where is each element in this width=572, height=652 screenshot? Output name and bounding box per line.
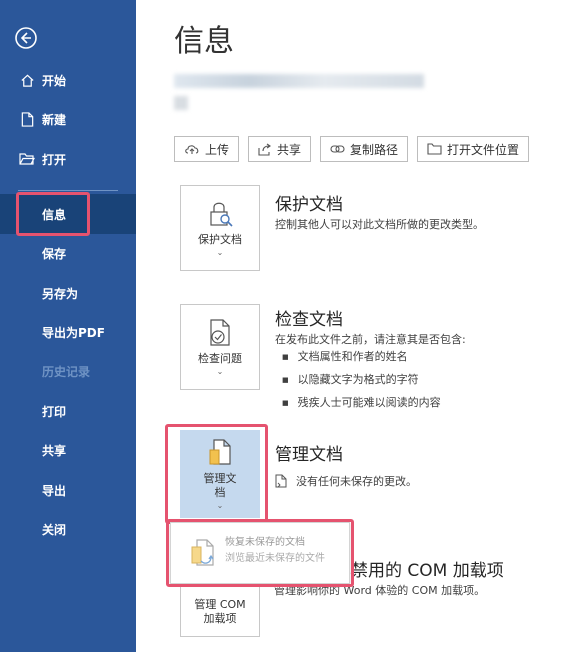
sidebar-item-home[interactable]: 开始 [0, 60, 136, 100]
check-issues-label: 检查问题 [198, 352, 242, 365]
share-label: 共享 [277, 142, 302, 157]
folder-icon [427, 143, 442, 155]
new-file-icon [18, 110, 36, 128]
chevron-down-icon: ⌄ [216, 367, 224, 376]
share-icon [258, 143, 272, 156]
blurred-file-path [174, 74, 424, 88]
protect-document-button[interactable]: 保护文档 ⌄ [180, 185, 260, 271]
highlight-box-recover [166, 519, 354, 587]
sidebar-item-export-pdf[interactable]: 导出为PDF [0, 312, 136, 352]
back-arrow-icon[interactable] [14, 26, 38, 50]
protect-document-label: 保护文档 [198, 233, 242, 246]
copy-path-label: 复制路径 [350, 142, 399, 157]
sidebar-item-label: 导出 [42, 483, 67, 498]
sidebar-item-new[interactable]: 新建 [0, 99, 136, 139]
highlight-box-manage [165, 424, 268, 524]
list-item: 残疾人士可能难以阅读的内容 [282, 392, 441, 415]
check-issues-button[interactable]: 检查问题 ⌄ [180, 304, 260, 390]
file-toolbar: 上传 共享 复制路径 打开文件位置 [174, 136, 530, 162]
cloud-upload-icon [185, 145, 199, 154]
sidebar-item-close[interactable]: 关闭 [0, 509, 136, 549]
sidebar-item-label: 保存 [42, 246, 67, 261]
sidebar-item-label: 打印 [42, 404, 67, 419]
manage-title: 管理文档 [275, 445, 343, 465]
sidebar-divider [18, 190, 118, 191]
list-item: 以隐藏文字为格式的字符 [282, 369, 441, 392]
sidebar-item-label: 打开 [42, 152, 67, 167]
blurred-file-path-fragment [174, 96, 188, 110]
link-icon [330, 145, 345, 153]
home-icon [18, 71, 36, 89]
manage-com-addins-label: 管理 COM 加载项 [194, 598, 246, 625]
share-button[interactable]: 共享 [248, 136, 312, 162]
protect-title: 保护文档 [275, 195, 343, 215]
sidebar-item-label: 共享 [42, 443, 67, 458]
com-addins-title: 已禁用的 COM 加载项 [334, 561, 504, 581]
open-location-label: 打开文件位置 [447, 142, 520, 157]
document-icon [275, 474, 287, 488]
manage-desc: 没有任何未保存的更改。 [275, 473, 417, 489]
open-folder-icon [18, 150, 36, 168]
inspect-bullet-list: 文档属性和作者的姓名 以隐藏文字为格式的字符 残疾人士可能难以阅读的内容 [282, 346, 441, 415]
page-title: 信息 [174, 24, 234, 59]
copy-path-button[interactable]: 复制路径 [320, 136, 409, 162]
sidebar-item-export[interactable]: 导出 [0, 470, 136, 510]
sidebar-item-label: 导出为PDF [42, 325, 105, 340]
sidebar-item-label: 新建 [42, 112, 67, 127]
sidebar-item-label: 关闭 [42, 522, 67, 537]
inspect-document-icon [210, 319, 230, 346]
sidebar-item-open[interactable]: 打开 [0, 139, 136, 179]
sidebar-item-save-as[interactable]: 另存为 [0, 273, 136, 313]
sidebar-item-print[interactable]: 打印 [0, 391, 136, 431]
highlight-box-info [16, 192, 90, 236]
sidebar-item-label: 开始 [42, 73, 67, 88]
lock-search-icon [210, 202, 233, 227]
sidebar-item-label: 另存为 [42, 286, 79, 301]
list-item: 文档属性和作者的姓名 [282, 346, 441, 369]
sidebar-item-share[interactable]: 共享 [0, 430, 136, 470]
upload-label: 上传 [205, 142, 230, 157]
sidebar-item-history: 历史记录 [0, 351, 136, 391]
manage-desc-text: 没有任何未保存的更改。 [296, 475, 417, 488]
open-location-button[interactable]: 打开文件位置 [417, 136, 530, 162]
upload-button[interactable]: 上传 [174, 136, 240, 162]
sidebar: 开始 新建 打开 信息 保存 另存为 导出为PDF 历史记录 打印 共享 导出 … [0, 0, 136, 652]
inspect-desc: 在发布此文件之前，请注意其是否包含: [275, 333, 466, 346]
main-panel: 信息 上传 共享 复制路径 打开文件位置 保护文档 ⌄ 保护文档 控制其他人可以… [136, 0, 572, 652]
sidebar-item-save[interactable]: 保存 [0, 233, 136, 273]
sidebar-item-label: 历史记录 [42, 364, 91, 379]
chevron-down-icon: ⌄ [216, 248, 224, 257]
protect-desc: 控制其他人可以对此文档所做的更改类型。 [275, 218, 484, 231]
inspect-title: 检查文档 [275, 310, 343, 330]
